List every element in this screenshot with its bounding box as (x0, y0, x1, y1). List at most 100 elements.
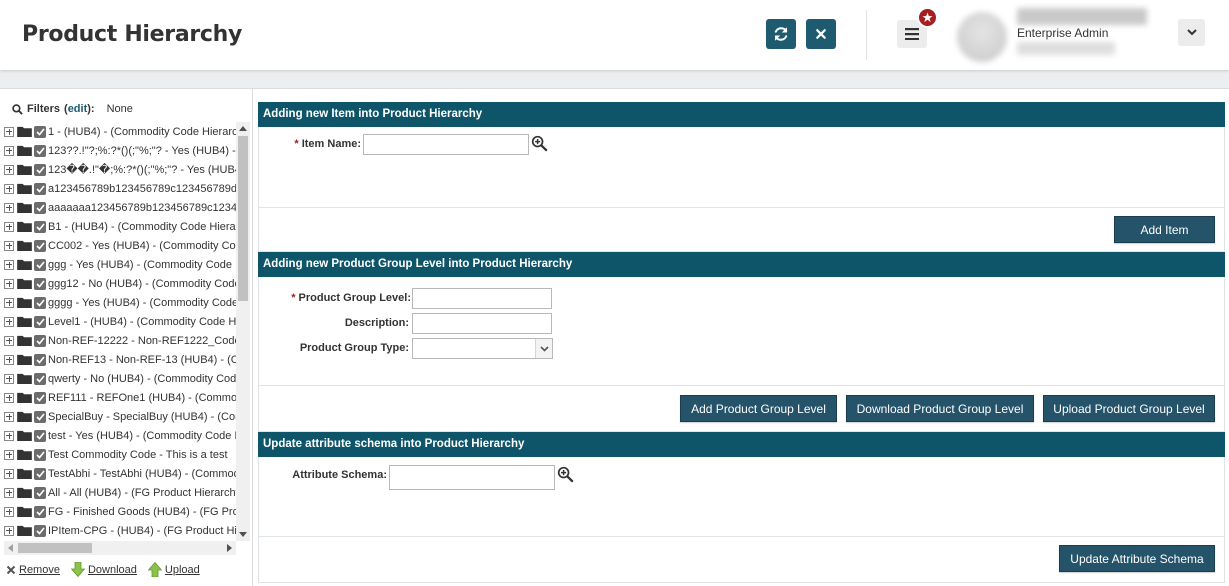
tree-item[interactable]: ggg12 - No (HUB4) - (Commodity Code Hier… (4, 274, 236, 293)
tree-item[interactable]: CC002 - Yes (HUB4) - (Commodity Code Hie… (4, 236, 236, 255)
tree-item-checkbox[interactable] (34, 182, 46, 195)
scroll-down-arrow[interactable] (239, 532, 247, 537)
tree-item[interactable]: a123456789b123456789c123456789d123456789 (4, 179, 236, 198)
tree-item-checkbox[interactable] (34, 296, 46, 309)
tree-item[interactable]: Non-REF13 - Non-REF-13 (HUB4) - (Commodi… (4, 350, 236, 369)
expand-icon[interactable] (4, 411, 14, 422)
expand-icon[interactable] (4, 525, 14, 536)
upload-product-group-level-button[interactable]: Upload Product Group Level (1043, 395, 1215, 422)
tree-item-checkbox[interactable] (34, 391, 46, 404)
user-menu-button[interactable] (1178, 19, 1205, 46)
tree-item-checkbox[interactable] (34, 125, 46, 138)
tree-item[interactable]: All - All (HUB4) - (FG Product Hierarchy… (4, 483, 236, 502)
folder-icon (17, 392, 32, 403)
filters-edit-link[interactable]: edit (68, 103, 88, 115)
tree-item-checkbox[interactable] (34, 524, 46, 537)
tree-item[interactable]: aaaaaaa123456789b123456789c123456789 (4, 198, 236, 217)
update-attribute-schema-button[interactable]: Update Attribute Schema (1059, 545, 1215, 572)
tree-item[interactable]: 123��.!"�;%:?*()(;"%;"? - Yes (HUB4) - (… (4, 160, 236, 179)
product-group-level-input[interactable] (412, 288, 552, 309)
tree-item-checkbox[interactable] (34, 144, 46, 157)
tree-item-checkbox[interactable] (34, 429, 46, 442)
attribute-schema-lookup-icon[interactable] (557, 466, 574, 483)
tree-item[interactable]: FG - Finished Goods (HUB4) - (FG Product… (4, 502, 236, 521)
tree-item[interactable]: Non-REF-12222 - Non-REF1222_Code (4, 331, 236, 350)
expand-icon[interactable] (4, 373, 14, 384)
product-group-type-select[interactable] (412, 338, 553, 359)
tree-item-checkbox[interactable] (34, 505, 46, 518)
tree-item[interactable]: qwerty - No (HUB4) - (Commodity Code Hie… (4, 369, 236, 388)
expand-icon[interactable] (4, 354, 14, 365)
attribute-schema-input[interactable] (389, 465, 555, 490)
tree-item[interactable]: 123??.!"?;%:?*()(;"%;"? - Yes (HUB4) - (… (4, 141, 236, 160)
remove-link[interactable]: Remove (6, 564, 60, 576)
description-input[interactable] (412, 313, 552, 334)
tree-item-checkbox[interactable] (34, 315, 46, 328)
item-name-input[interactable] (363, 134, 529, 155)
expand-icon[interactable] (4, 449, 14, 460)
add-item-button[interactable]: Add Item (1114, 216, 1215, 243)
tree-item[interactable]: SpecialBuy - SpecialBuy (HUB4) - (Commod… (4, 407, 236, 426)
scroll-thumb[interactable] (238, 136, 248, 301)
tree-item-checkbox[interactable] (34, 220, 46, 233)
scroll-right-arrow[interactable] (227, 544, 232, 552)
tree-item-checkbox[interactable] (34, 334, 46, 347)
tree-item-checkbox[interactable] (34, 448, 46, 461)
tree-item-checkbox[interactable] (34, 239, 46, 252)
tree-item-checkbox[interactable] (34, 277, 46, 290)
favorites-badge[interactable] (917, 7, 938, 28)
expand-icon[interactable] (4, 202, 14, 213)
tree-item-checkbox[interactable] (34, 486, 46, 499)
tree-item[interactable]: test - Yes (HUB4) - (Commodity Code Hier… (4, 426, 236, 445)
tree-item[interactable]: REF111 - REFOne1 (HUB4) - (Commodity Cod… (4, 388, 236, 407)
tree-item-checkbox[interactable] (34, 467, 46, 480)
avatar[interactable] (957, 12, 1007, 62)
hscroll-thumb[interactable] (18, 543, 92, 553)
expand-icon[interactable] (4, 506, 14, 517)
item-name-lookup-icon[interactable] (531, 135, 548, 152)
tree-item-checkbox[interactable] (34, 163, 46, 176)
upload-label: Upload (164, 563, 200, 576)
tree-item[interactable]: Level1 - (HUB4) - (Commodity Code Hierar… (4, 312, 236, 331)
expand-icon[interactable] (4, 183, 14, 194)
checkmark-icon (35, 507, 45, 516)
expand-icon[interactable] (4, 487, 14, 498)
expand-icon[interactable] (4, 335, 14, 346)
expand-icon[interactable] (4, 221, 14, 232)
tree-item-label: TestAbhi - TestAbhi (HUB4) - (Commodity … (48, 467, 236, 480)
close-button[interactable] (806, 19, 836, 49)
tree-item-checkbox[interactable] (34, 410, 46, 423)
scroll-left-arrow[interactable] (8, 544, 13, 552)
tree-item[interactable]: TestAbhi - TestAbhi (HUB4) - (Commodity … (4, 464, 236, 483)
tree-item-checkbox[interactable] (34, 201, 46, 214)
tree-item[interactable]: 1 - (HUB4) - (Commodity Code Hierarchy) (4, 122, 236, 141)
expand-icon[interactable] (4, 430, 14, 441)
select-arrow[interactable] (535, 339, 552, 358)
tree-item-checkbox[interactable] (34, 372, 46, 385)
expand-icon[interactable] (4, 126, 14, 137)
tree-item[interactable]: gggg - Yes (HUB4) - (Commodity Code Hier… (4, 293, 236, 312)
tree-item[interactable]: ggg - Yes (HUB4) - (Commodity Code Hiera… (4, 255, 236, 274)
refresh-button[interactable] (766, 19, 796, 49)
download-product-group-level-button[interactable]: Download Product Group Level (846, 395, 1034, 422)
tree-item[interactable]: Test Commodity Code - This is a test (4, 445, 236, 464)
expand-icon[interactable] (4, 392, 14, 403)
add-product-group-level-button[interactable]: Add Product Group Level (680, 395, 837, 422)
expand-icon[interactable] (4, 145, 14, 156)
tree-item[interactable]: B1 - (HUB4) - (Commodity Code Hierarchy) (4, 217, 236, 236)
expand-icon[interactable] (4, 468, 14, 479)
tree-item-checkbox[interactable] (34, 353, 46, 366)
expand-icon[interactable] (4, 316, 14, 327)
expand-icon[interactable] (4, 278, 14, 289)
expand-icon[interactable] (4, 297, 14, 308)
scroll-up-arrow[interactable] (239, 126, 247, 131)
tree-item-checkbox[interactable] (34, 258, 46, 271)
tree-vertical-scrollbar[interactable] (236, 122, 250, 541)
tree-horizontal-scrollbar[interactable] (4, 541, 236, 555)
expand-icon[interactable] (4, 240, 14, 251)
expand-icon[interactable] (4, 164, 14, 175)
upload-link[interactable]: Upload (147, 562, 200, 577)
tree-item[interactable]: IPItem-CPG - (HUB4) - (FG Product Hierar… (4, 521, 236, 540)
download-link[interactable]: Download (70, 562, 137, 577)
expand-icon[interactable] (4, 259, 14, 270)
